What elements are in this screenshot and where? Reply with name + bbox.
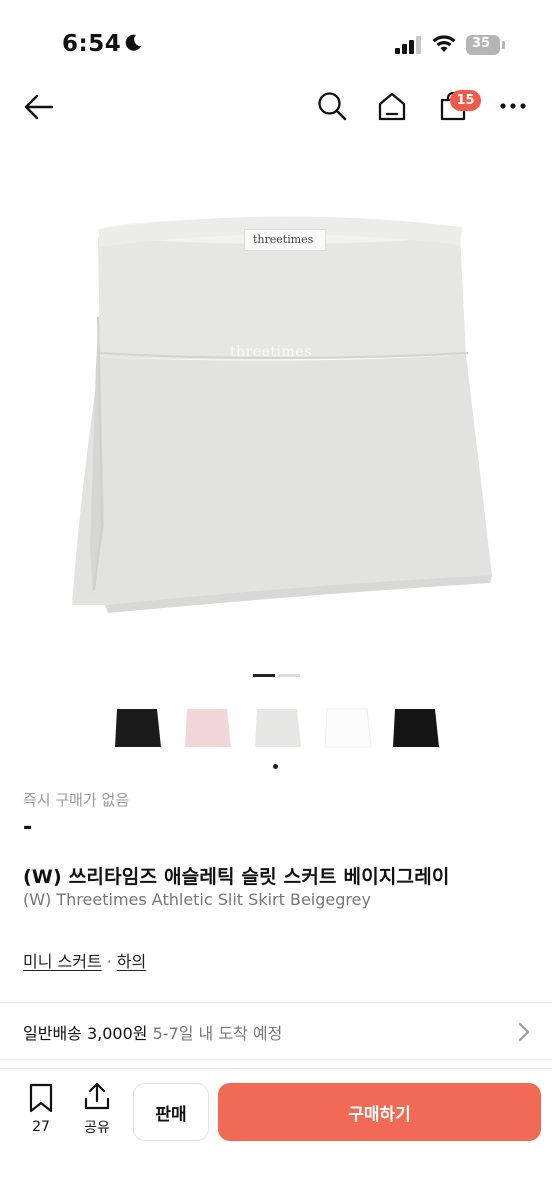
shipping-eta: 5-7일 내 도착 예정 [152, 1024, 283, 1043]
back-arrow-icon[interactable] [22, 90, 56, 124]
category-separator: · [106, 952, 112, 971]
sell-button[interactable]: 판매 [133, 1083, 209, 1141]
thumbnail-swatch [393, 709, 439, 747]
thumbnail-pink[interactable] [179, 703, 235, 755]
category-link-bottoms[interactable]: 하의 [117, 952, 146, 971]
pager-dot[interactable] [278, 674, 300, 677]
thumbnail-swatch [324, 708, 372, 748]
thumbnail-swatch [185, 709, 231, 747]
thumbnail-white[interactable] [319, 703, 375, 755]
product-image[interactable]: threetimes threetimes [0, 165, 552, 655]
product-title-english: (W) Threetimes Athletic Slit Skirt Beige… [23, 890, 371, 909]
chevron-right-icon [519, 1023, 529, 1041]
share-icon [84, 1082, 110, 1110]
bookmark-button[interactable]: 27 [22, 1083, 60, 1135]
thumbnail-swatch [255, 709, 301, 747]
category-breadcrumb: 미니 스커트 · 하의 [23, 948, 146, 972]
buy-button[interactable]: 구매하기 [218, 1083, 541, 1141]
bottom-action-bar: 27 공유 판매 구매하기 [0, 1069, 552, 1200]
shipping-text: 일반배송 3,000원 5-7일 내 도착 예정 [23, 1020, 282, 1044]
thumbnail-beigegrey[interactable] [249, 703, 305, 755]
divider [0, 1059, 552, 1060]
thumbnail-black-2[interactable] [387, 703, 443, 755]
thumbnail-black[interactable] [109, 703, 165, 755]
share-button[interactable]: 공유 [77, 1081, 117, 1137]
brand-label-patch-text: threetimes [253, 233, 314, 246]
selected-thumbnail-indicator [273, 764, 278, 769]
more-options-icon[interactable] [499, 98, 527, 114]
instant-purchase-note: 즉시 구매가 없음 [23, 791, 130, 809]
cart-count-badge: 15 [450, 90, 481, 111]
shipping-fee: 3,000원 [86, 1024, 148, 1043]
status-time: 6:54 [62, 31, 122, 57]
bookmark-icon [29, 1083, 53, 1113]
bookmark-count: 27 [32, 1119, 50, 1135]
price: - [23, 815, 33, 840]
thumbnail-swatch [115, 709, 161, 747]
wifi-icon [432, 35, 456, 52]
search-icon[interactable] [316, 90, 348, 122]
do-not-disturb-moon-icon [125, 34, 141, 51]
shipping-type: 일반배송 [23, 1024, 82, 1043]
cellular-signal-icon [395, 36, 421, 54]
battery-level: 35 [472, 36, 491, 51]
brand-logo-print: threetimes [230, 344, 312, 360]
share-label: 공유 [84, 1120, 110, 1136]
product-title-korean: (W) 쓰리타임즈 애슬레틱 슬릿 스커트 베이지그레이 [23, 866, 450, 888]
shipping-info-row[interactable]: 일반배송 3,000원 5-7일 내 도착 예정 [0, 1003, 552, 1059]
home-icon[interactable] [376, 90, 408, 122]
product-detail-page: 6:54 35 15 threetimes threetimes 즉시 구매가 … [0, 0, 552, 1200]
status-bar: 6:54 35 [0, 0, 552, 90]
pager-dot-active[interactable] [253, 674, 275, 677]
category-link-mini-skirt[interactable]: 미니 스커트 [23, 952, 102, 971]
